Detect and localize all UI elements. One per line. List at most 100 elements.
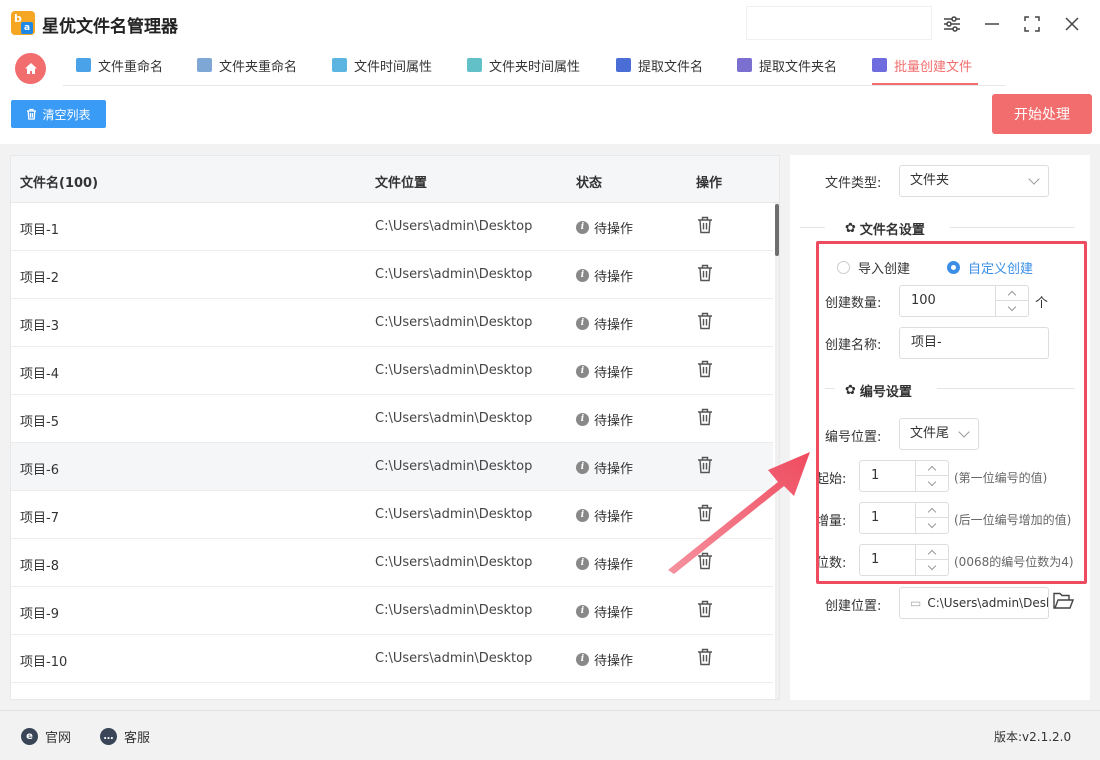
status-bar: e 官网 … 客服 版本:v2.1.2.0 <box>0 710 1100 760</box>
title-blank-area <box>746 6 932 40</box>
delete-row-button[interactable] <box>697 264 713 286</box>
table-row[interactable]: 项目-8 C:\Users\admin\Desktop i 待操作 <box>11 539 773 587</box>
create-name-input[interactable]: 项目- <box>899 327 1049 359</box>
official-site-label: 官网 <box>45 731 72 746</box>
tab-file-rename[interactable]: 文件重命名 <box>76 56 163 86</box>
table-row[interactable]: 项目-6 C:\Users\admin\Desktop i 待操作 <box>11 443 773 491</box>
row-filename: 项目-2 <box>20 271 59 286</box>
row-filename: 项目-5 <box>20 415 59 430</box>
stepper-buttons <box>915 545 949 575</box>
trash-icon <box>698 456 712 474</box>
number-settings-title: 编号设置 <box>859 385 912 400</box>
digits-stepper[interactable]: 1 <box>859 544 949 576</box>
increment-button[interactable] <box>916 503 949 518</box>
delete-row-button[interactable] <box>697 216 713 238</box>
toolbar: 清空列表 开始处理 <box>0 88 1100 144</box>
minimize-icon[interactable] <box>978 10 1006 38</box>
table-header: 文件名(100) 文件位置 状态 操作 <box>11 156 779 203</box>
decrement-button[interactable] <box>916 518 949 533</box>
delete-row-button[interactable] <box>697 600 713 622</box>
row-status: i 待操作 <box>576 410 633 429</box>
home-button[interactable] <box>15 53 46 84</box>
customer-service-link[interactable]: … 客服 <box>100 727 150 746</box>
delete-row-button[interactable] <box>697 408 713 430</box>
decrement-button[interactable] <box>916 560 949 575</box>
settings-panel: 文件类型: 文件夹 ✿ 文件名设置 导入创建 自定义创建 创建数量: 100 个… <box>790 155 1090 700</box>
tab-label: 提取文件名 <box>638 60 704 75</box>
tab-label: 文件时间属性 <box>354 60 433 75</box>
tab-extract-foldername[interactable]: 提取文件夹名 <box>737 56 837 86</box>
table-row[interactable]: 项目-7 C:\Users\admin\Desktop i 待操作 <box>11 491 773 539</box>
filename-settings-heading: ✿ 文件名设置 <box>845 219 925 238</box>
number-position-select[interactable]: 文件尾 <box>899 418 979 450</box>
delete-row-button[interactable] <box>697 552 713 574</box>
filename-settings-title: 文件名设置 <box>859 223 925 238</box>
create-count-stepper[interactable]: 100 <box>899 285 1029 317</box>
row-location: C:\Users\admin\Desktop <box>375 363 533 378</box>
scrollbar-track[interactable] <box>775 203 779 699</box>
increment-button[interactable] <box>996 286 1029 301</box>
extract-filename-icon <box>616 58 631 72</box>
decrement-button[interactable] <box>996 301 1029 316</box>
table-row[interactable]: 项目-4 C:\Users\admin\Desktop i 待操作 <box>11 347 773 395</box>
browse-folder-button[interactable] <box>1053 592 1075 614</box>
tab-batch-create[interactable]: 批量创建文件 <box>872 56 979 86</box>
row-status: i 待操作 <box>576 314 633 333</box>
version-label: 版本:v2.1.2.0 <box>994 730 1072 744</box>
trash-icon <box>698 648 712 666</box>
create-location-input[interactable]: ▭ C:\Users\admin\Desktop <box>899 587 1049 619</box>
table-row[interactable]: 项目-1 C:\Users\admin\Desktop i 待操作 <box>11 203 773 251</box>
row-filename: 项目-1 <box>20 223 59 238</box>
folder-outline-icon: ▭ <box>910 596 922 610</box>
tab-extract-filename[interactable]: 提取文件名 <box>616 56 703 86</box>
maximize-icon[interactable] <box>1018 10 1046 38</box>
start-process-button[interactable]: 开始处理 <box>992 94 1092 134</box>
official-site-link[interactable]: e 官网 <box>21 727 71 746</box>
tab-file-time[interactable]: 文件时间属性 <box>332 56 432 86</box>
step-stepper[interactable]: 1 <box>859 502 949 534</box>
delete-row-button[interactable] <box>697 456 713 478</box>
info-icon: i <box>576 269 589 282</box>
info-icon: i <box>576 509 589 522</box>
trash-icon <box>27 108 37 120</box>
row-status-text: 待操作 <box>594 222 634 237</box>
table-row[interactable]: 项目-2 C:\Users\admin\Desktop i 待操作 <box>11 251 773 299</box>
radio-custom-create[interactable]: 自定义创建 <box>947 258 1033 277</box>
tab-folder-rename[interactable]: 文件夹重命名 <box>197 56 297 86</box>
delete-row-button[interactable] <box>697 360 713 382</box>
trash-icon <box>698 216 712 234</box>
tab-folder-time[interactable]: 文件夹时间属性 <box>467 56 580 86</box>
row-filename: 项目-6 <box>20 463 59 478</box>
table-row[interactable]: 项目-3 C:\Users\admin\Desktop i 待操作 <box>11 299 773 347</box>
increment-button[interactable] <box>916 545 949 560</box>
increment-button[interactable] <box>916 461 949 476</box>
clear-list-button[interactable]: 清空列表 <box>11 100 106 128</box>
tab-label: 文件夹时间属性 <box>489 60 581 75</box>
delete-row-button[interactable] <box>697 648 713 670</box>
file-type-select[interactable]: 文件夹 <box>899 165 1049 197</box>
row-status: i 待操作 <box>576 266 633 285</box>
settings-sliders-icon[interactable] <box>938 10 966 38</box>
number-position-label: 编号位置: <box>825 430 882 445</box>
customer-service-label: 客服 <box>124 731 151 746</box>
row-status-text: 待操作 <box>594 366 634 381</box>
delete-row-button[interactable] <box>697 312 713 334</box>
radio-import-create[interactable]: 导入创建 <box>837 258 910 277</box>
trash-icon <box>698 408 712 426</box>
info-icon: i <box>576 365 589 378</box>
section-divider <box>950 227 1075 228</box>
table-row[interactable]: 项目-10 C:\Users\admin\Desktop i 待操作 <box>11 635 773 683</box>
number-settings-heading: ✿ 编号设置 <box>845 381 912 400</box>
step-hint: (后一位编号增加的值) <box>954 513 1072 527</box>
radio-dot-selected <box>947 261 960 274</box>
table-row[interactable]: 项目-5 C:\Users\admin\Desktop i 待操作 <box>11 395 773 443</box>
table-row[interactable]: 项目-9 C:\Users\admin\Desktop i 待操作 <box>11 587 773 635</box>
start-stepper[interactable]: 1 <box>859 460 949 492</box>
decrement-button[interactable] <box>916 476 949 491</box>
scrollbar-thumb[interactable] <box>775 204 779 256</box>
gear-icon: ✿ <box>845 221 856 236</box>
delete-row-button[interactable] <box>697 504 713 526</box>
close-icon[interactable] <box>1058 10 1086 38</box>
create-location-label: 创建位置: <box>825 599 882 614</box>
trash-icon <box>698 312 712 330</box>
